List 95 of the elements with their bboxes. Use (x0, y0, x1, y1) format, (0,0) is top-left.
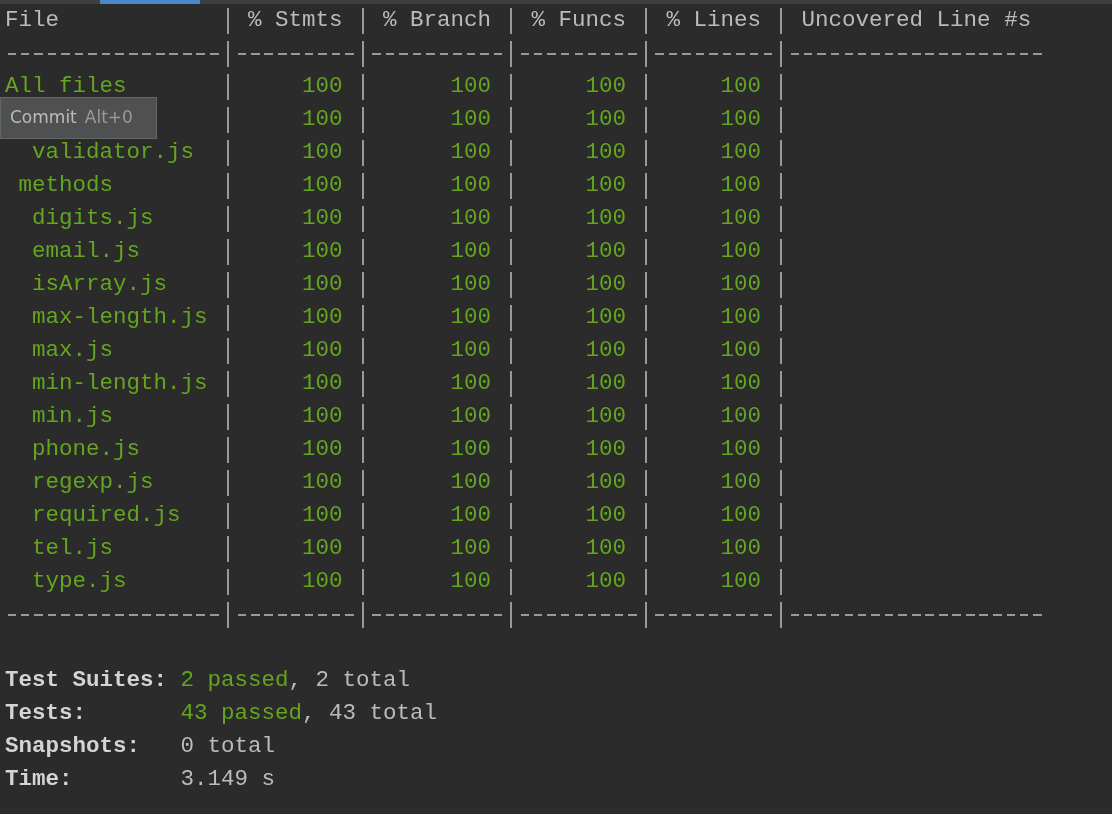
coverage-value: 100 (585, 270, 627, 299)
coverage-value: 100 (720, 468, 762, 497)
coverage-value: 100 (720, 534, 762, 563)
coverage-value: 100 (450, 534, 492, 563)
coverage-value: 100 (450, 171, 492, 200)
file-name: min-length.js (32, 369, 208, 398)
coverage-value: 100 (302, 468, 343, 497)
shortcut-label: Alt+0 (84, 106, 133, 130)
file-name: max.js (32, 336, 113, 365)
coverage-value: 100 (585, 105, 627, 134)
coverage-value: 100 (302, 72, 343, 101)
coverage-value: 100 (720, 435, 762, 464)
coverage-value: 100 (450, 72, 492, 101)
coverage-value: 100 (585, 138, 627, 167)
coverage-value: 100 (585, 237, 627, 266)
file-name: validator.js (32, 138, 195, 167)
column-header: % Stmts (248, 6, 343, 35)
coverage-value: 100 (302, 534, 343, 563)
column-header: % Funcs (531, 6, 627, 35)
coverage-value: 100 (450, 402, 492, 431)
coverage-value: 100 (585, 402, 627, 431)
coverage-value: 100 (720, 204, 762, 233)
summary-label: Test Suites: (5, 666, 168, 695)
column-header: % Lines (666, 6, 762, 35)
coverage-value: 100 (720, 237, 762, 266)
coverage-value: 100 (720, 138, 762, 167)
file-name: methods (18, 171, 113, 200)
file-name: email.js (32, 237, 141, 266)
coverage-value: 100 (450, 369, 492, 398)
coverage-value: 100 (585, 303, 627, 332)
coverage-value: 100 (720, 501, 762, 530)
coverage-value: 100 (450, 237, 492, 266)
coverage-value: 100 (450, 204, 492, 233)
coverage-value: 100 (302, 270, 343, 299)
coverage-value: 100 (450, 501, 492, 530)
file-name: isArray.js (32, 270, 168, 299)
coverage-value: 100 (585, 567, 627, 596)
summary-value: 43 passed, 43 total (180, 699, 438, 728)
coverage-value: 100 (585, 468, 627, 497)
coverage-value: 100 (585, 435, 627, 464)
coverage-value: 100 (720, 105, 762, 134)
file-name: max-length.js (32, 303, 208, 332)
coverage-value: 100 (302, 402, 343, 431)
coverage-value: 100 (720, 369, 762, 398)
coverage-value: 100 (450, 336, 492, 365)
coverage-value: 100 (302, 171, 343, 200)
coverage-value: 100 (720, 171, 762, 200)
coverage-value: 100 (720, 270, 762, 299)
coverage-value: 100 (302, 138, 343, 167)
file-name: required.js (32, 501, 181, 530)
summary-label: Tests: (5, 699, 86, 728)
summary-label: Snapshots: (5, 732, 141, 761)
coverage-value: 100 (585, 204, 627, 233)
coverage-value: 100 (302, 369, 343, 398)
coverage-value: 100 (720, 567, 762, 596)
file-name: phone.js (32, 435, 141, 464)
coverage-value: 100 (302, 567, 343, 596)
coverage-value: 100 (302, 501, 343, 530)
file-name: All files (5, 72, 127, 101)
coverage-value: 100 (450, 105, 492, 134)
coverage-value: 100 (585, 534, 627, 563)
column-header: Uncovered Line #s (801, 7, 1032, 33)
coverage-value: 100 (302, 303, 343, 332)
coverage-value: 100 (450, 138, 492, 167)
coverage-value: 100 (302, 204, 343, 233)
coverage-value: 100 (450, 270, 492, 299)
coverage-value: 100 (585, 369, 627, 398)
summary-label: Time: (5, 765, 73, 794)
coverage-value: 100 (450, 468, 492, 497)
coverage-value: 100 (450, 303, 492, 332)
coverage-value: 100 (720, 303, 762, 332)
file-name: tel.js (32, 534, 113, 563)
coverage-value: 100 (302, 105, 343, 134)
coverage-value: 100 (720, 72, 762, 101)
coverage-value: 100 (450, 567, 492, 596)
file-name: regexp.js (32, 468, 154, 497)
file-name: digits.js (32, 204, 154, 233)
summary-value: 3.149 s (180, 765, 276, 794)
column-header: File (5, 7, 59, 33)
summary-value: 0 total (180, 732, 276, 761)
column-header: % Branch (383, 6, 492, 35)
coverage-value: 100 (585, 336, 627, 365)
coverage-value: 100 (585, 72, 627, 101)
coverage-value: 100 (302, 435, 343, 464)
coverage-value: 100 (720, 402, 762, 431)
coverage-value: 100 (450, 435, 492, 464)
coverage-value: 100 (720, 336, 762, 365)
coverage-value: 100 (302, 336, 343, 365)
summary-value: 2 passed, 2 total (180, 666, 411, 695)
file-name: min.js (32, 402, 113, 431)
tooltip-label: Commit (10, 106, 77, 130)
file-name: type.js (32, 567, 127, 596)
coverage-value: 100 (302, 237, 343, 266)
coverage-value: 100 (585, 171, 627, 200)
coverage-value: 100 (585, 501, 627, 530)
